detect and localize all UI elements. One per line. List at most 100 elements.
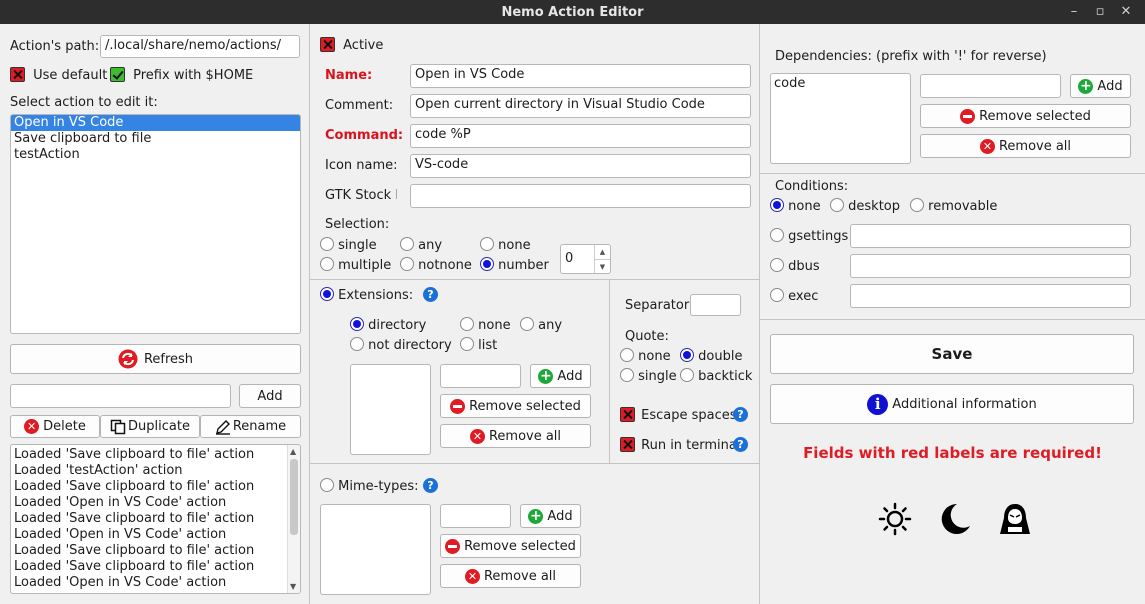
- condition-dbus-radio[interactable]: dbus: [770, 258, 820, 275]
- log-entry: Loaded 'Save clipboard to file' action: [14, 511, 255, 526]
- help-icon[interactable]: ?: [733, 407, 748, 422]
- remove-selected-extension-button[interactable]: Remove selected: [440, 394, 591, 418]
- name-input[interactable]: Open in VS Code: [410, 64, 751, 88]
- window-title: Nemo Action Editor: [501, 5, 644, 20]
- delete-button[interactable]: ✕ Delete: [10, 415, 100, 438]
- radio-label: directory: [368, 318, 427, 333]
- command-input[interactable]: code %P: [410, 124, 751, 148]
- icon-name-input[interactable]: VS-code: [410, 154, 751, 178]
- remove-selected-dependency-button[interactable]: Remove selected: [920, 104, 1131, 128]
- list-item[interactable]: Open in VS Code: [11, 115, 300, 131]
- mimetypes-list[interactable]: [320, 504, 431, 595]
- radio-label: none: [788, 199, 821, 214]
- rename-button[interactable]: Rename: [200, 415, 301, 438]
- radio-label: desktop: [848, 199, 900, 214]
- pencil-icon: [215, 419, 230, 435]
- action-list[interactable]: Open in VS Code Save clipboard to file t…: [10, 114, 301, 334]
- light-theme-icon[interactable]: [878, 502, 912, 536]
- add-mimetype-button[interactable]: + Add: [520, 504, 581, 528]
- quote-double-radio[interactable]: double: [680, 348, 742, 365]
- extensions-list[interactable]: [350, 364, 431, 455]
- selection-notnone-radio[interactable]: notnone: [400, 257, 472, 274]
- ext-none-radio[interactable]: none: [460, 317, 511, 334]
- help-icon[interactable]: ?: [423, 478, 438, 493]
- selection-multiple-radio[interactable]: multiple: [320, 257, 391, 274]
- list-item[interactable]: code: [771, 74, 910, 92]
- add-dependency-button[interactable]: + Add: [1070, 74, 1131, 98]
- selection-single-radio[interactable]: single: [320, 237, 377, 254]
- dependency-input[interactable]: [920, 74, 1061, 98]
- new-action-input[interactable]: [10, 384, 231, 408]
- mimetype-input[interactable]: [440, 504, 511, 528]
- remove-selected-label: Remove selected: [979, 108, 1091, 124]
- dependencies-list[interactable]: code: [770, 73, 911, 164]
- save-button[interactable]: Save: [770, 334, 1134, 374]
- use-default-checkbox[interactable]: Use default: [10, 67, 107, 84]
- selection-none-radio[interactable]: none: [480, 237, 531, 254]
- dark-theme-icon[interactable]: [937, 502, 971, 536]
- number-spinbutton[interactable]: 0 ▲ ▼: [560, 244, 611, 274]
- extension-input[interactable]: [440, 364, 521, 388]
- selection-any-radio[interactable]: any: [400, 237, 442, 254]
- radio-icon: [480, 237, 494, 251]
- close-window-button[interactable]: ✕: [1116, 2, 1136, 22]
- spin-up-icon[interactable]: ▲: [595, 245, 610, 260]
- condition-exec-radio[interactable]: exec: [770, 288, 818, 305]
- scroll-up-icon[interactable]: ▲: [290, 447, 296, 456]
- icon-name-label: Icon name:: [325, 158, 398, 173]
- remove-all-mimetypes-button[interactable]: ✕ Remove all: [440, 564, 581, 588]
- log-scrollbar[interactable]: ▲ ▼: [287, 445, 300, 593]
- additional-info-button[interactable]: i Additional information: [770, 384, 1134, 424]
- ext-list-radio[interactable]: list: [460, 337, 497, 354]
- help-icon[interactable]: ?: [423, 287, 438, 302]
- quote-none-radio[interactable]: none: [620, 348, 671, 365]
- add-action-button[interactable]: Add: [239, 384, 301, 408]
- remove-all-dependencies-button[interactable]: ✕ Remove all: [920, 134, 1131, 158]
- condition-removable-radio[interactable]: removable: [910, 198, 997, 215]
- condition-gsettings-radio[interactable]: gsettings: [770, 228, 848, 245]
- radio-label: multiple: [338, 258, 392, 273]
- quote-single-radio[interactable]: single: [620, 368, 677, 385]
- condition-desktop-radio[interactable]: desktop: [830, 198, 900, 215]
- list-item[interactable]: testAction: [11, 147, 300, 163]
- ext-any-radio[interactable]: any: [520, 317, 562, 334]
- gtk-stock-input[interactable]: [410, 184, 751, 208]
- radio-icon: [830, 198, 844, 212]
- duplicate-button[interactable]: Duplicate: [100, 415, 200, 438]
- escape-spaces-checkbox[interactable]: Escape spaces: [620, 407, 737, 424]
- comment-label: Comment:: [325, 98, 394, 113]
- dbus-input[interactable]: [850, 254, 1131, 278]
- active-checkbox[interactable]: Active: [320, 37, 383, 54]
- remove-selected-mimetype-button[interactable]: Remove selected: [440, 534, 581, 558]
- scroll-thumb[interactable]: [290, 459, 298, 535]
- refresh-button[interactable]: Refresh: [10, 344, 301, 374]
- ext-notdirectory-radio[interactable]: not directory: [350, 337, 452, 354]
- run-in-terminal-checkbox[interactable]: Run in terminal: [620, 437, 741, 454]
- quote-backtick-radio[interactable]: backtick: [680, 368, 752, 385]
- checkbox-checked-icon: [320, 37, 335, 52]
- actions-path-input[interactable]: /.local/share/nemo/actions/: [100, 35, 300, 58]
- selection-number-radio[interactable]: number: [480, 257, 549, 274]
- separator-input[interactable]: [690, 294, 741, 316]
- radio-icon: [400, 237, 414, 251]
- hacker-theme-icon[interactable]: [997, 502, 1033, 536]
- mimetypes-radio[interactable]: Mime-types:: [320, 478, 419, 495]
- refresh-label: Refresh: [143, 351, 194, 367]
- comment-input[interactable]: Open current directory in Visual Studio …: [410, 94, 751, 118]
- gsettings-input[interactable]: [850, 224, 1131, 248]
- help-icon[interactable]: ?: [733, 437, 748, 452]
- remove-all-extensions-button[interactable]: ✕ Remove all: [440, 424, 591, 448]
- scroll-down-icon[interactable]: ▼: [290, 582, 296, 591]
- maximize-button[interactable]: ▫: [1090, 2, 1110, 22]
- extensions-radio[interactable]: Extensions:: [320, 287, 413, 304]
- list-item[interactable]: Save clipboard to file: [11, 131, 300, 147]
- condition-none-radio[interactable]: none: [770, 198, 821, 215]
- prefix-home-checkbox[interactable]: Prefix with $HOME: [110, 67, 253, 84]
- add-extension-button[interactable]: + Add: [530, 364, 591, 388]
- exec-input[interactable]: [850, 284, 1131, 308]
- minimize-button[interactable]: –: [1064, 2, 1084, 22]
- log-list[interactable]: Loaded 'Save clipboard to file' action L…: [10, 444, 301, 594]
- spin-down-icon[interactable]: ▼: [595, 260, 610, 273]
- refresh-icon: [118, 349, 138, 369]
- ext-directory-radio[interactable]: directory: [350, 317, 426, 334]
